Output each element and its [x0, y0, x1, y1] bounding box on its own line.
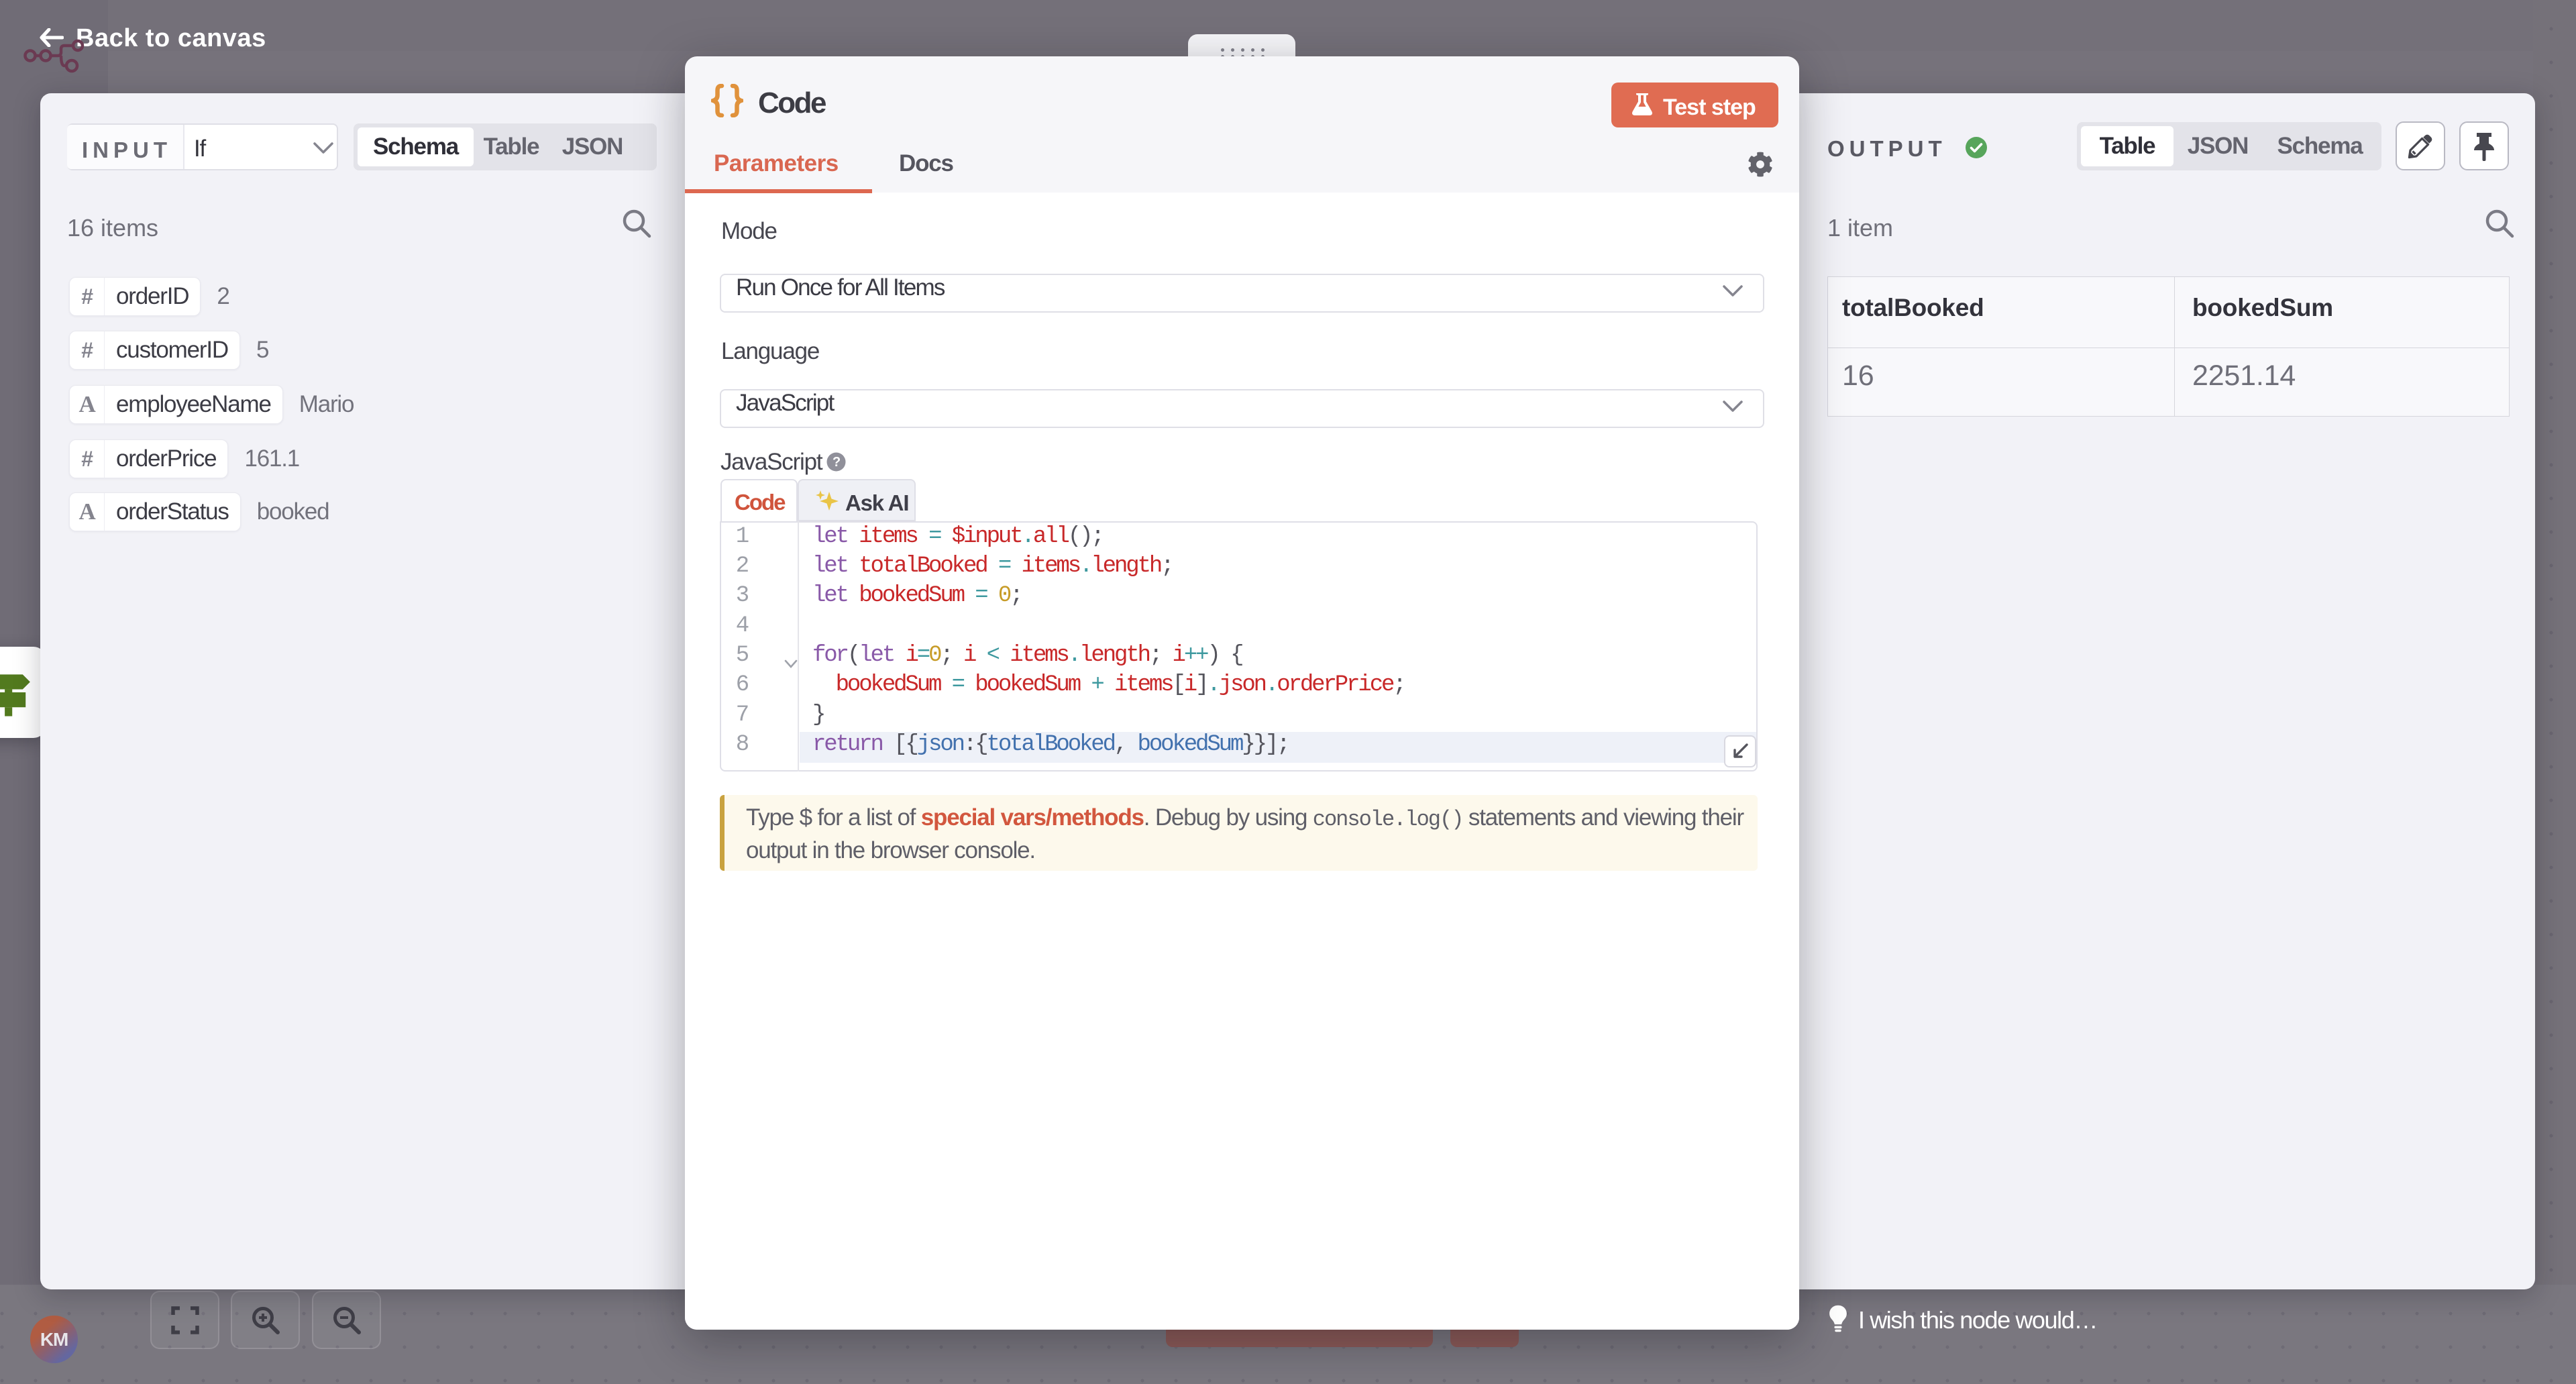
svg-text:?: ?	[833, 455, 841, 470]
